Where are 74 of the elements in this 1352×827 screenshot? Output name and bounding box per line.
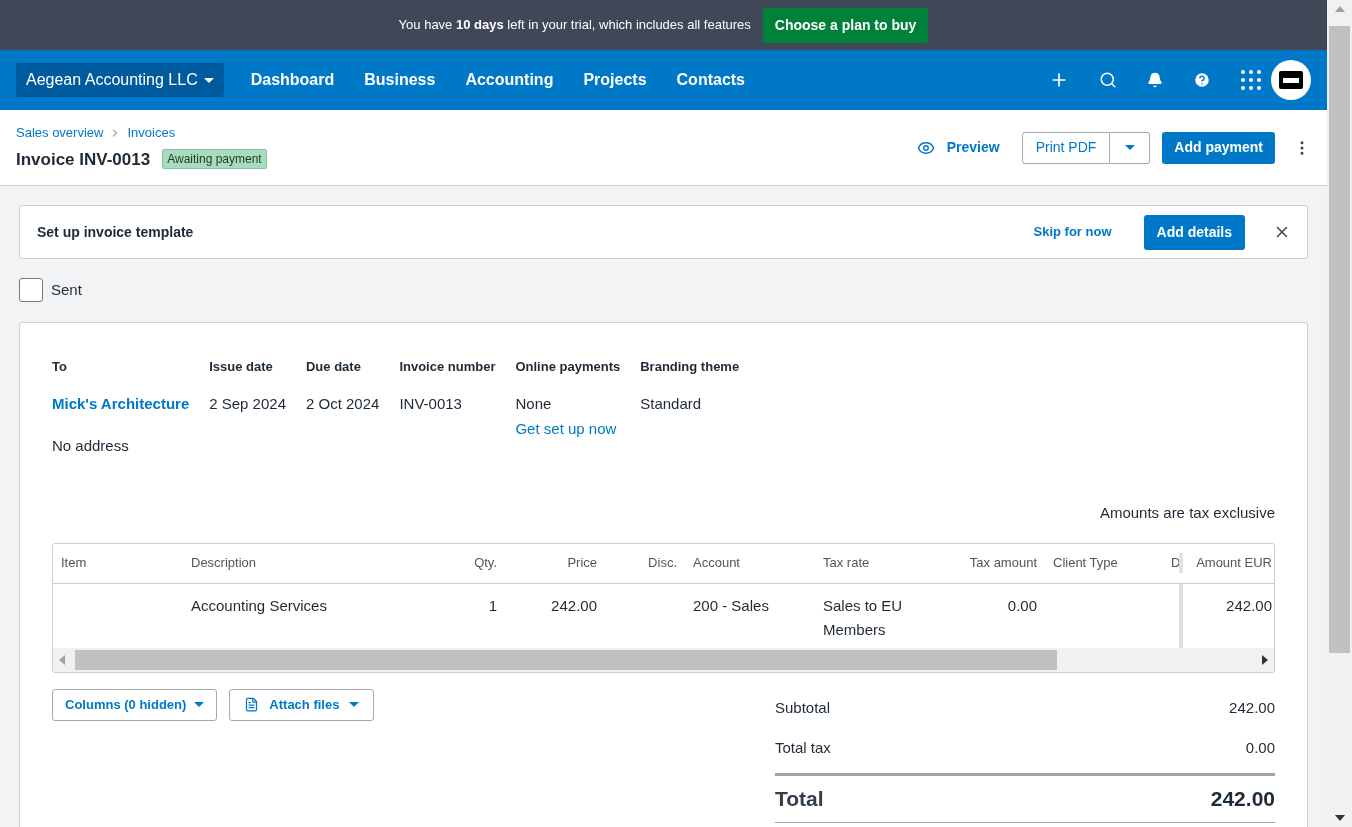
help-icon[interactable] [1193,71,1211,89]
vertical-scrollbar[interactable] [1327,0,1352,827]
total-value: 0.00 [1245,738,1275,759]
avatar[interactable] [1271,60,1311,100]
detail-heading: Branding theme [640,358,740,375]
columns-button[interactable]: Columns (0 hidden) [52,688,218,721]
sent-label: Sent [51,279,82,300]
setup-link[interactable]: Get set up now [515,417,621,440]
nav-link[interactable]: Projects [568,68,662,92]
detail-heading: To [52,358,68,375]
table-cell: 242.00 [1226,596,1272,614]
add-payment-button[interactable]: Add payment [1162,131,1275,164]
sent-checkbox[interactable] [19,278,43,302]
total-value: 242.00 [1229,698,1275,719]
table-cell: 1 [488,596,497,614]
detail-heading: Issue date [209,358,274,375]
column-header: Tax rate [822,554,871,573]
bell-icon[interactable] [1147,72,1163,88]
column-header: Qty. [473,554,498,573]
breadcrumb-link[interactable]: Invoices [127,123,176,143]
caret-icon [203,77,214,83]
nav-link[interactable]: Dashboard [235,68,350,92]
caret-icon [1124,145,1135,150]
detail-heading: Online payments [515,358,621,375]
status-badge: Awaiting payment [162,149,267,170]
preview-button[interactable]: Preview [906,131,1010,164]
column-header: Disc. [647,554,678,573]
caret-icon [194,702,205,707]
contact-link[interactable]: Mick's Architecture [52,393,190,416]
table-cell: 242.00 [551,596,597,614]
grand-total-value: 242.00 [1210,785,1275,812]
nav-link[interactable]: Business [349,68,451,92]
horizontal-scrollbar[interactable] [53,647,1274,672]
detail-heading: Due date [306,358,362,375]
nav-link[interactable]: Contacts [661,68,760,92]
detail-value: None [515,394,553,414]
table-cell: 0.00 [1007,596,1037,614]
template-title: Set up invoice template [37,222,194,242]
column-header: Item [60,554,88,573]
grand-total-label: Total [775,785,824,812]
file-icon [244,697,260,712]
apps-grid-icon[interactable] [1241,70,1261,90]
table-cell: Accounting Services [191,596,327,614]
table-cell: 200 - Sales [693,596,769,614]
attach-files-button[interactable]: Attach files [229,688,375,721]
column-header: Client Type [1052,554,1119,573]
column-header: Amount EUR [1179,553,1274,573]
print-pdf-button[interactable]: Print PDF [1021,131,1111,164]
column-header: Tax amount [968,554,1038,573]
skip-link[interactable]: Skip for now [1033,222,1112,242]
address-text: No address [52,435,130,456]
detail-heading: Invoice number [399,358,496,375]
column-header: Description [190,554,258,573]
breadcrumb-link[interactable]: Sales overview [16,123,104,143]
nav-link[interactable]: Accounting [450,68,569,92]
search-icon[interactable] [1099,71,1117,89]
org-switcher[interactable]: Aegean Accounting LLC [16,63,224,97]
detail-value: 2 Sep 2024 [209,394,286,414]
add-details-button[interactable]: Add details [1143,214,1245,250]
detail-value: 2 Oct 2024 [306,394,380,414]
detail-value: Standard [640,394,703,414]
trial-message: You have 10 days left in your trial, which includes all features [398,16,751,35]
detail-value: INV-0013 [399,394,463,414]
total-label: Total tax [775,738,831,759]
table-cell: Sales to EU Members [823,596,903,638]
page-title: Invoice INV-0013 [16,148,151,171]
column-header: D [1170,554,1179,573]
print-options-button[interactable] [1110,131,1151,164]
total-label: Subtotal [775,698,831,719]
choose-plan-button[interactable]: Choose a plan to buy [762,7,929,43]
caret-icon [349,702,360,707]
tax-note: Amounts are tax exclusive [1099,503,1275,523]
column-header: Account [692,554,741,573]
column-header: Price [566,554,598,573]
